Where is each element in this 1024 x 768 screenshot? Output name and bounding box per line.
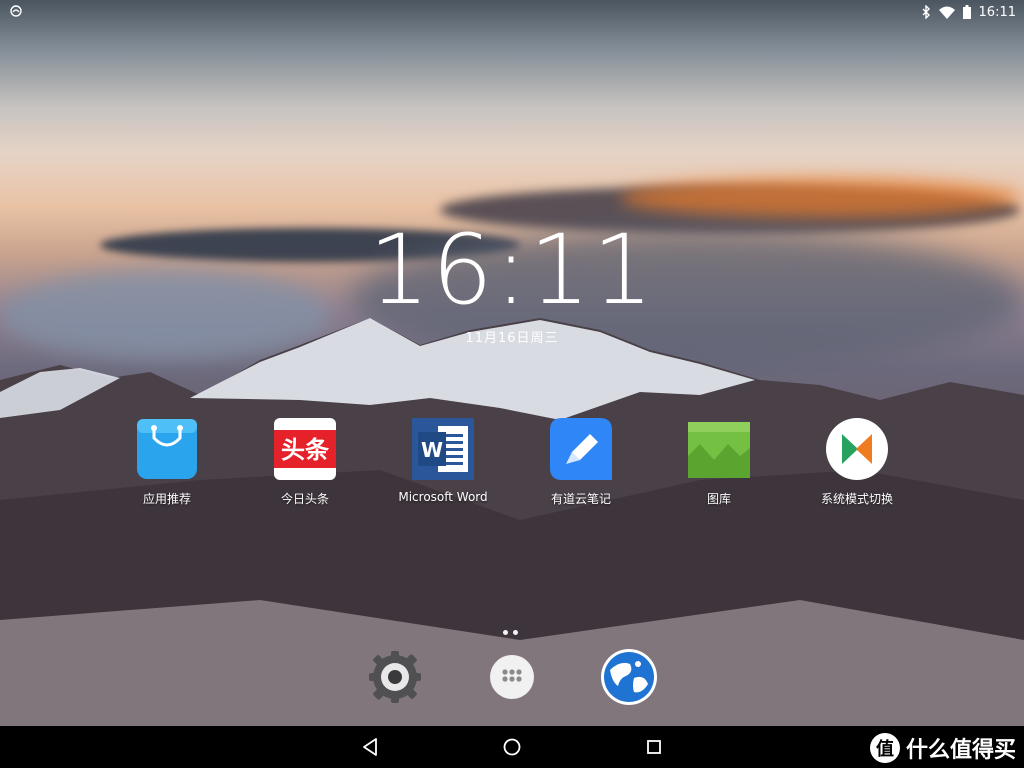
toutiao-icon: 头条 bbox=[272, 416, 338, 482]
app-gallery[interactable]: 图库 bbox=[659, 416, 779, 507]
app-label: 有道云笔记 bbox=[550, 492, 611, 506]
gallery-icon bbox=[686, 416, 752, 482]
globe-browser-icon[interactable] bbox=[600, 648, 658, 706]
back-icon[interactable] bbox=[359, 735, 383, 759]
page-indicator bbox=[503, 630, 518, 635]
bluetooth-icon bbox=[922, 5, 930, 19]
app-youdao-note[interactable]: 有道云笔记 bbox=[521, 416, 641, 507]
watermark-badge: 值 bbox=[869, 733, 900, 763]
note-pencil-icon bbox=[548, 416, 614, 482]
home-icon[interactable] bbox=[500, 735, 524, 759]
app-label: Microsoft Word bbox=[398, 490, 488, 504]
shopping-bag-icon bbox=[134, 416, 200, 482]
page-dot bbox=[503, 630, 508, 635]
wifi-icon bbox=[938, 6, 955, 19]
watermark-text: 什么值得买 bbox=[905, 738, 1016, 763]
app-label: 系统模式切换 bbox=[820, 492, 893, 506]
home-app-grid: 应用推荐 头条 今日头条 W Microsoft Word 有道云笔记 图库 系… bbox=[0, 416, 1024, 516]
watermark: 值 什么值得买 bbox=[869, 730, 1016, 766]
app-label: 图库 bbox=[706, 492, 731, 506]
app-word[interactable]: W Microsoft Word bbox=[383, 416, 503, 504]
svg-text:W: W bbox=[421, 438, 443, 462]
clock-widget-time[interactable]: 16:11 bbox=[0, 222, 1024, 318]
app-appstore[interactable]: 应用推荐 bbox=[107, 416, 227, 507]
status-time: 16:11 bbox=[978, 4, 1016, 20]
app-label: 应用推荐 bbox=[142, 492, 191, 506]
word-icon: W bbox=[410, 416, 476, 482]
status-bar: 16:11 bbox=[0, 0, 1024, 24]
status-icons: 16:11 bbox=[921, 3, 1016, 21]
clock-widget-date: 11月16日周三 bbox=[465, 331, 559, 346]
app-label: 今日头条 bbox=[280, 492, 329, 506]
settings-gear-icon[interactable] bbox=[366, 648, 424, 706]
recents-icon[interactable] bbox=[642, 735, 666, 759]
toutiao-badge-text: 头条 bbox=[281, 436, 330, 464]
app-toutiao[interactable]: 头条 今日头条 bbox=[245, 416, 365, 507]
mode-switch-icon bbox=[824, 416, 890, 482]
notification-icon bbox=[10, 5, 22, 17]
app-mode-switch[interactable]: 系统模式切换 bbox=[797, 416, 917, 507]
app-drawer-icon[interactable] bbox=[483, 648, 541, 706]
page-dot bbox=[513, 630, 518, 635]
battery-icon bbox=[962, 5, 971, 19]
